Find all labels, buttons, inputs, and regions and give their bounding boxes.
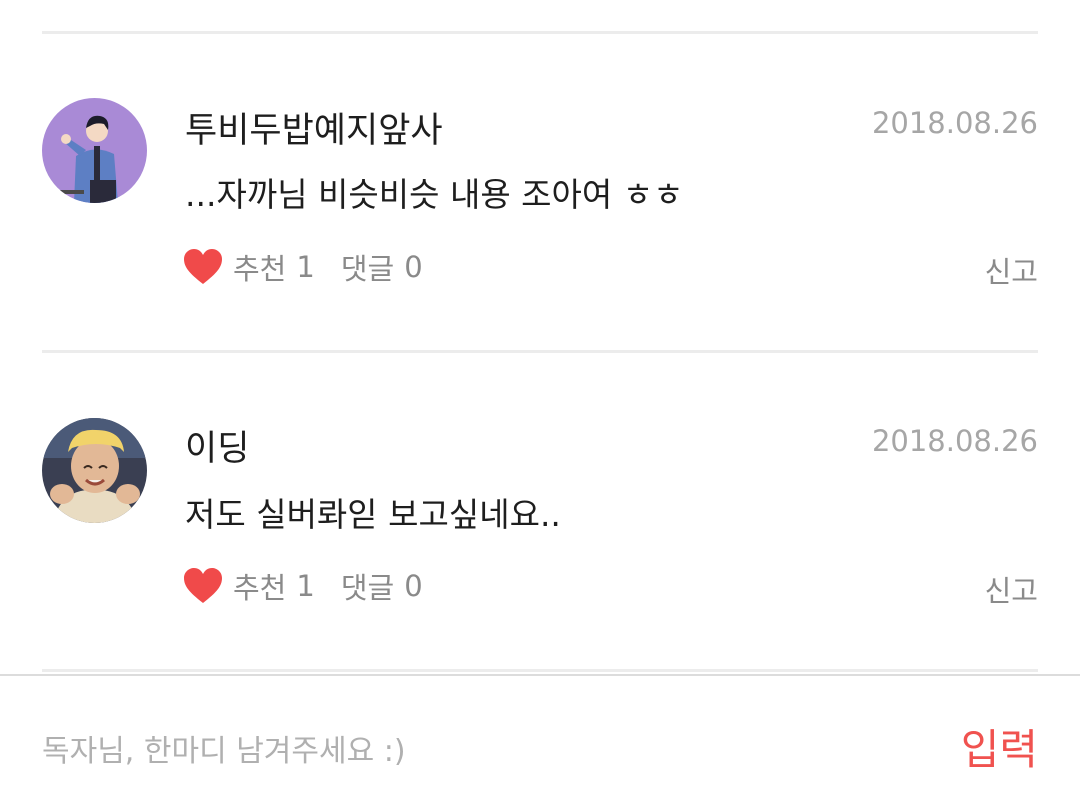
comment-author: 투비두밥예지앞사 <box>185 111 443 151</box>
avatar[interactable] <box>42 98 147 203</box>
comment-text: 저도 실버롸읻 보고싶네요.. <box>185 495 561 534</box>
comment-author: 이딩 <box>185 429 250 469</box>
submit-button[interactable]: 입력 <box>961 716 1038 777</box>
recommend-count: 1 <box>296 250 315 284</box>
comment-date: 2018.08.26 <box>871 106 1038 140</box>
reply-label[interactable]: 댓글 <box>341 565 394 607</box>
recommend-count: 1 <box>296 569 315 603</box>
avatar[interactable] <box>42 418 147 523</box>
comment-item: 이딩 2018.08.26 저도 실버롸읻 보고싶네요.. 추천 1 댓글 0 … <box>0 318 1080 618</box>
recommend-label[interactable]: 추천 <box>233 565 286 607</box>
comment-actions: 추천 1 댓글 0 <box>183 245 423 289</box>
comment-date: 2018.08.26 <box>871 424 1038 458</box>
comment-text: ...자까님 비슷비슷 내용 조아여 ㅎㅎ <box>185 175 684 214</box>
report-button[interactable]: 신고 <box>985 568 1038 610</box>
reply-label[interactable]: 댓글 <box>341 246 394 288</box>
illustrated-person-avatar-icon <box>42 98 147 203</box>
photo-person-avatar-icon <box>42 418 147 523</box>
heart-icon[interactable] <box>183 248 223 286</box>
heart-icon[interactable] <box>183 567 223 605</box>
comment-item: 투비두밥예지앞사 2018.08.26 ...자까님 비슷비슷 내용 조아여 ㅎ… <box>0 0 1080 300</box>
comment-screen: 투비두밥예지앞사 2018.08.26 ...자까님 비슷비슷 내용 조아여 ㅎ… <box>0 0 1080 810</box>
divider <box>42 669 1038 672</box>
comment-input-bar: 독자님, 한마디 남겨주세요 :) 입력 <box>0 674 1080 810</box>
report-button[interactable]: 신고 <box>985 249 1038 291</box>
reply-count: 0 <box>404 250 423 284</box>
comment-input[interactable]: 독자님, 한마디 남겨주세요 :) <box>42 726 406 770</box>
reply-count: 0 <box>404 569 423 603</box>
recommend-label[interactable]: 추천 <box>233 246 286 288</box>
comment-actions: 추천 1 댓글 0 <box>183 564 423 608</box>
